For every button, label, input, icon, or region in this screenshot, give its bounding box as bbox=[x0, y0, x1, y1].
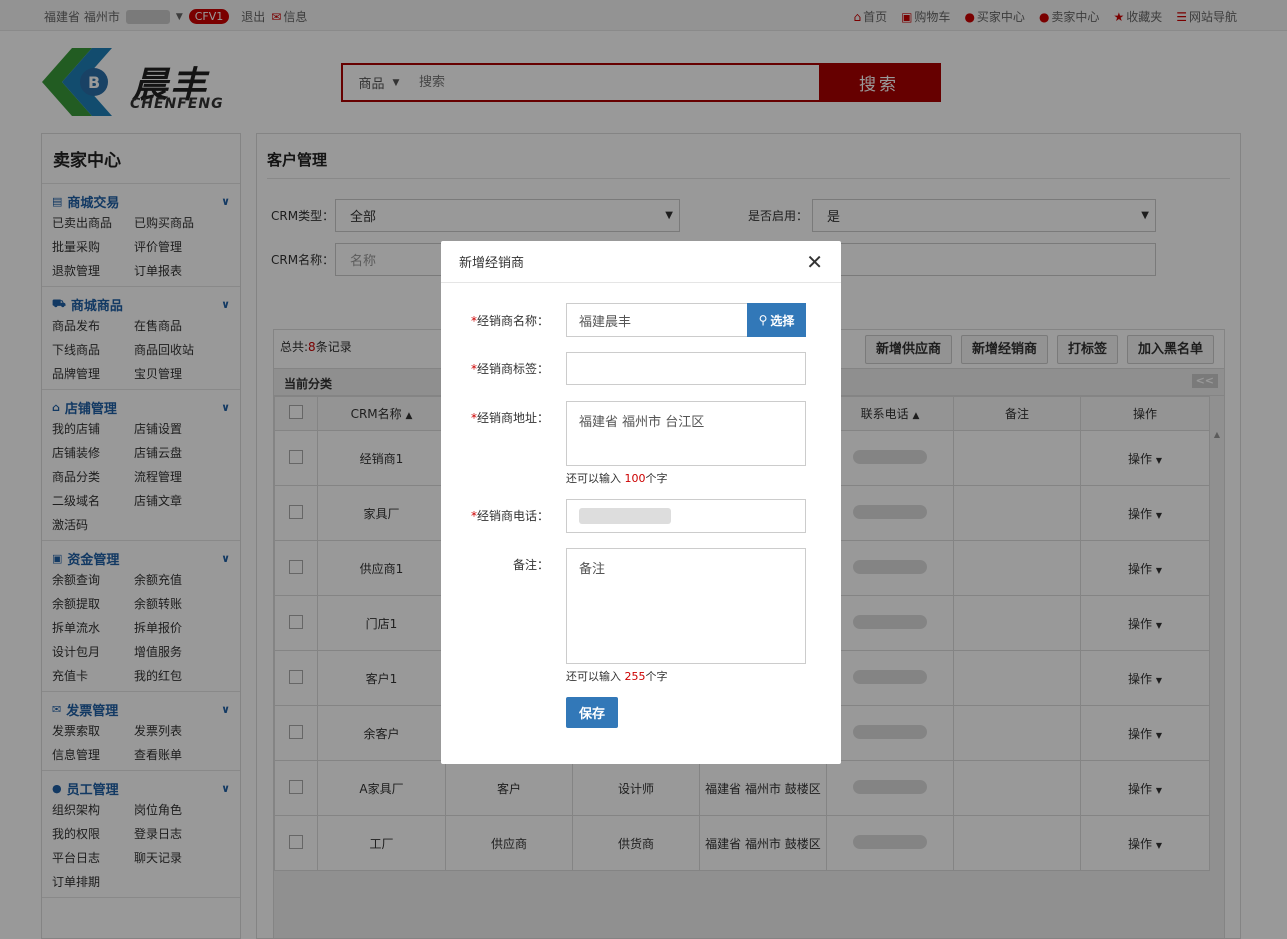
remark-char-hint: 还可以输入 255个字 bbox=[566, 668, 668, 684]
dealer-address-label-text: 经销商地址： bbox=[476, 411, 549, 425]
dealer-phone-input[interactable] bbox=[566, 499, 806, 533]
save-button[interactable]: 保存 bbox=[566, 697, 618, 728]
hint-suffix: 个字 bbox=[645, 472, 668, 485]
close-icon[interactable]: ✕ bbox=[806, 252, 823, 272]
hint-prefix: 还可以输入 bbox=[566, 670, 621, 683]
select-dealer-button[interactable]: ⚲ 选择 bbox=[747, 303, 806, 337]
hint-count: 255 bbox=[624, 670, 646, 683]
dealer-address-textarea[interactable]: 福建省 福州市 台江区 bbox=[566, 401, 806, 466]
remark-textarea[interactable]: 备注 bbox=[566, 548, 806, 664]
dealer-name-label: *经销商名称： bbox=[441, 312, 549, 329]
hint-prefix: 还可以输入 bbox=[566, 472, 621, 485]
dealer-phone-label: *经销商电话： bbox=[441, 507, 549, 524]
address-char-hint: 还可以输入 100个字 bbox=[566, 470, 668, 486]
blurred-phone bbox=[579, 508, 671, 524]
modal-title: 新增经销商 bbox=[459, 256, 525, 271]
add-dealer-modal: 新增经销商 ✕ *经销商名称： 福建晨丰 ⚲ 选择 *经销商标签： *经销商地址：… bbox=[441, 241, 841, 764]
dealer-name-input[interactable]: 福建晨丰 bbox=[566, 303, 748, 337]
dealer-tag-input[interactable] bbox=[566, 352, 806, 385]
dealer-name-value: 福建晨丰 bbox=[579, 314, 632, 330]
dealer-phone-label-text: 经销商电话： bbox=[476, 509, 549, 523]
hint-suffix: 个字 bbox=[645, 670, 668, 683]
search-icon: ⚲ bbox=[758, 313, 768, 327]
dealer-name-label-text: 经销商名称： bbox=[476, 314, 549, 328]
remark-label-text: 备注： bbox=[512, 558, 549, 572]
remark-label: 备注： bbox=[441, 556, 549, 573]
remark-placeholder: 备注 bbox=[579, 562, 606, 577]
dealer-tag-label: *经销商标签： bbox=[441, 360, 549, 377]
select-dealer-label: 选择 bbox=[770, 313, 795, 328]
dealer-address-value: 福建省 福州市 台江区 bbox=[579, 415, 705, 430]
hint-count: 100 bbox=[624, 472, 646, 485]
dealer-tag-label-text: 经销商标签： bbox=[476, 362, 549, 376]
dealer-address-label: *经销商地址： bbox=[441, 409, 549, 426]
